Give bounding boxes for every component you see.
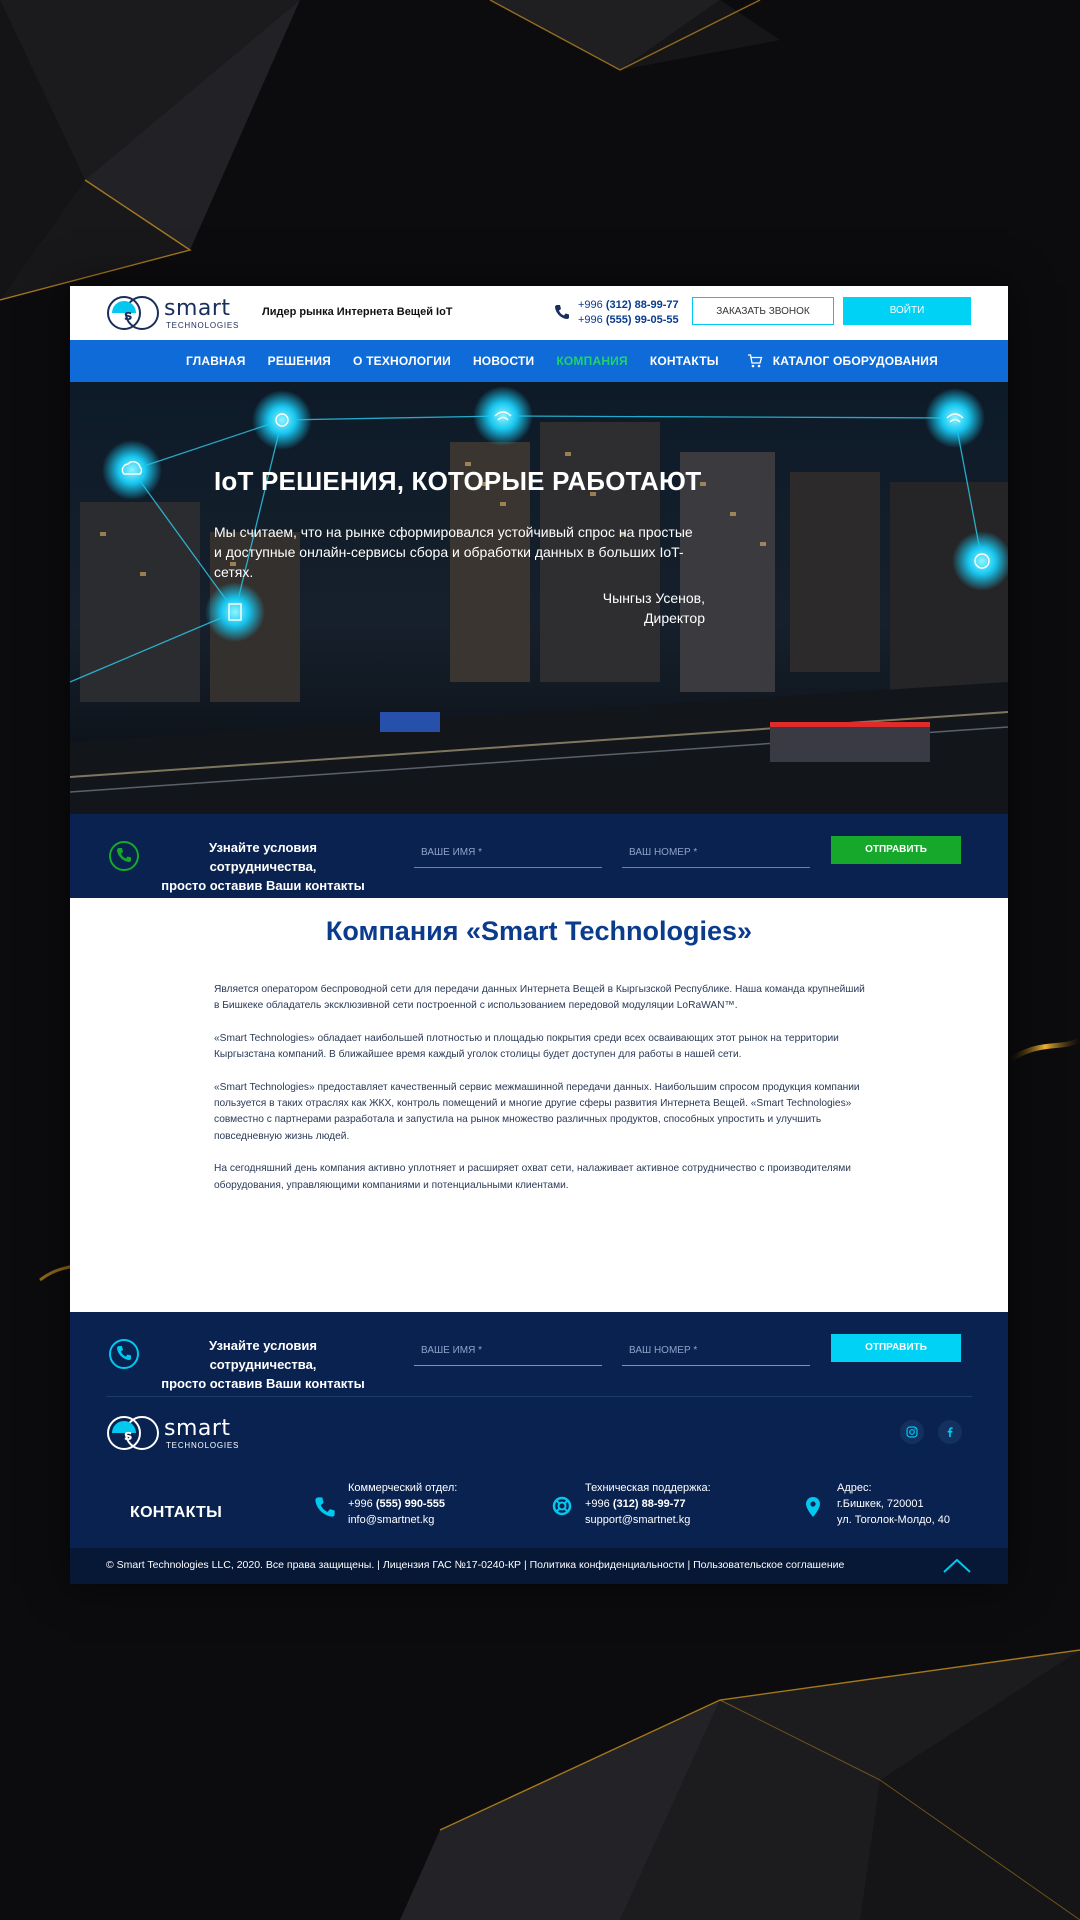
hero-author: Чынгыз Усенов, Директор — [602, 590, 705, 626]
lifebuoy-icon — [552, 1496, 572, 1516]
brand-name: smart — [164, 1416, 231, 1441]
company-description: Является оператором беспроводной сети дл… — [214, 982, 868, 1210]
lead-form-bottom: Узнайте условия сотрудничества, просто ос… — [70, 1312, 1008, 1396]
instagram-icon — [906, 1426, 918, 1438]
company-paragraph: «Smart Technologies» обладает наибольшей… — [214, 1032, 839, 1061]
copyright-bar: © Smart Technologies LLC, 2020. Все прав… — [70, 1548, 1008, 1584]
svg-text:s: s — [124, 308, 132, 324]
svg-text:s: s — [124, 1428, 132, 1444]
login-button[interactable]: ВОЙТИ — [843, 297, 971, 325]
nav-item-solutions[interactable]: РЕШЕНИЯ — [268, 354, 331, 368]
company-paragraph: Является оператором беспроводной сети дл… — [214, 984, 865, 1012]
brand-subtitle: TECHNOLOGIES — [166, 1441, 240, 1450]
nav-item-contacts[interactable]: КОНТАКТЫ — [650, 354, 719, 368]
facebook-button[interactable] — [938, 1420, 962, 1444]
website-page: s smart TECHNOLOGIES Лидер рынка Интерне… — [70, 286, 1008, 1584]
request-call-button[interactable]: ЗАКАЗАТЬ ЗВОНОК — [692, 297, 834, 325]
brand-logo[interactable]: s smart TECHNOLOGIES — [106, 294, 246, 332]
phone-icon — [315, 1497, 335, 1517]
name-input[interactable] — [414, 1336, 602, 1366]
name-input[interactable] — [414, 838, 602, 868]
lead-form-text: Узнайте условия сотрудничества, просто ос… — [161, 1338, 365, 1391]
hero-title: IoT РЕШЕНИЯ, КОТОРЫЕ РАБОТАЮТ — [214, 466, 702, 496]
instagram-button[interactable] — [900, 1420, 924, 1444]
phone-ring-icon — [109, 841, 139, 871]
header-phone-1[interactable]: +996 (312) 88-99-77 — [578, 298, 679, 313]
nav-item-technology[interactable]: О ТЕХНОЛОГИИ — [353, 354, 451, 368]
submit-button[interactable]: ОТПРАВИТЬ — [831, 1334, 961, 1362]
brand-name: smart — [164, 296, 231, 321]
header-phones: +996 (312) 88-99-77 +996 (555) 99-05-55 — [578, 298, 679, 328]
nav-item-company[interactable]: КОМПАНИЯ — [556, 354, 627, 368]
brand-logo-icon: s — [107, 1416, 159, 1450]
company-title: Компания «Smart Technologies» — [325, 916, 753, 946]
company-paragraph: «Smart Technologies» предоставляет качес… — [214, 1081, 860, 1142]
copyright-text[interactable]: © Smart Technologies LLC, 2020. Все прав… — [106, 1559, 844, 1571]
phone-ring-icon — [109, 1339, 139, 1369]
sales-contact: Коммерческий отдел: +996 (555) 990-555 i… — [348, 1482, 458, 1526]
support-email[interactable]: support@smartnet.kg — [585, 1514, 690, 1526]
hero-quote: Мы считаем, что на рынке сформировался у… — [214, 524, 693, 580]
contacts-title: КОНТАКТЫ — [130, 1504, 223, 1521]
address-contact: Адрес: г.Бишкек, 720001 ул. Тоголок-Молд… — [837, 1482, 951, 1526]
main-nav: ГЛАВНАЯ РЕШЕНИЯ О ТЕХНОЛОГИИ НОВОСТИ КОМ… — [70, 340, 1008, 382]
phone-input[interactable] — [622, 1336, 810, 1366]
header-phone-2[interactable]: +996 (555) 99-05-55 — [578, 313, 679, 328]
brand-logo-icon: s — [107, 296, 159, 330]
sales-phone[interactable]: +996 (555) 990-555 — [348, 1498, 445, 1510]
phone-icon — [555, 305, 569, 319]
support-phone[interactable]: +996 (312) 88-99-77 — [585, 1498, 686, 1510]
sales-email[interactable]: info@smartnet.kg — [348, 1514, 434, 1526]
footer-logo[interactable]: s smart TECHNOLOGIES — [106, 1414, 246, 1452]
facebook-icon — [947, 1427, 953, 1437]
location-pin-icon — [806, 1497, 820, 1517]
nav-item-catalog[interactable]: КАТАЛОГ ОБОРУДОВАНИЯ — [747, 354, 938, 368]
lead-form-text: Узнайте условия сотрудничества, просто ос… — [161, 840, 365, 893]
site-footer: s smart TECHNOLOGIES КОНТАКТЫ Коммерческ… — [70, 1396, 1008, 1584]
brand-subtitle: TECHNOLOGIES — [166, 321, 240, 330]
header-tagline: Лидер рынка Интернета Вещей IoT — [262, 306, 453, 318]
nav-item-home[interactable]: ГЛАВНАЯ — [186, 354, 246, 368]
company-paragraph: На сегодняшний день компания активно упл… — [214, 1163, 851, 1191]
scroll-to-top-icon[interactable] — [942, 1556, 972, 1574]
nav-item-news[interactable]: НОВОСТИ — [473, 354, 534, 368]
footer-divider — [106, 1396, 972, 1397]
company-section: Компания «Smart Technologies» Является о… — [70, 898, 1008, 1312]
site-header: s smart TECHNOLOGIES Лидер рынка Интерне… — [70, 286, 1008, 340]
cart-icon — [747, 354, 763, 368]
phone-input[interactable] — [622, 838, 810, 868]
support-contact: Техническая поддержка: +996 (312) 88-99-… — [585, 1482, 711, 1526]
lead-form-top: Узнайте условия сотрудничества, просто ос… — [70, 814, 1008, 898]
submit-button[interactable]: ОТПРАВИТЬ — [831, 836, 961, 864]
hero-banner: IoT РЕШЕНИЯ, КОТОРЫЕ РАБОТАЮТ Мы считаем… — [70, 382, 1008, 814]
